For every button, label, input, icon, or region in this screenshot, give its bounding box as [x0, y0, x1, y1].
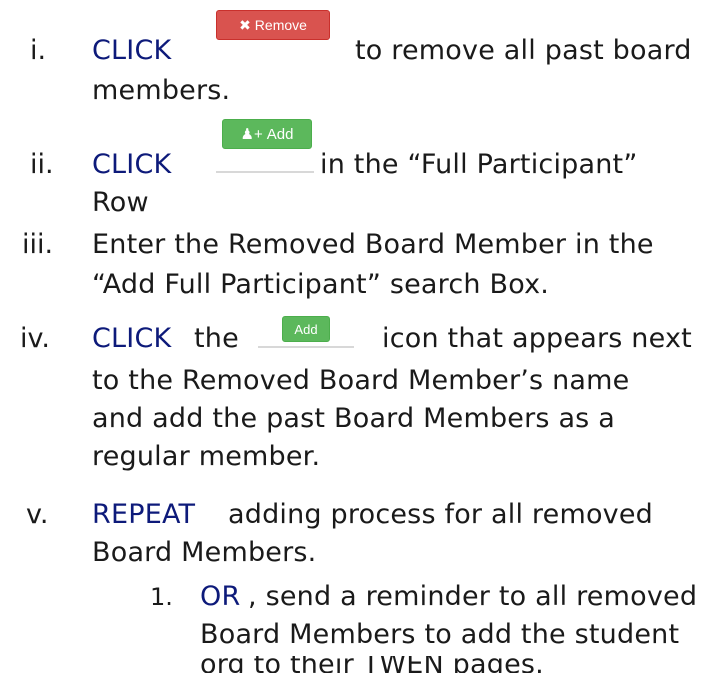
step-numeral: iv. [20, 323, 50, 354]
step-text: the [194, 323, 239, 354]
add-button-image: Add [282, 316, 330, 342]
step-text: in the “Full Participant” [320, 149, 638, 180]
step-numeral: i. [30, 35, 47, 66]
substep-text: , send a reminder to all removed [248, 581, 698, 612]
step-text: to remove all past board [355, 35, 692, 66]
add-button-image: ♟+ Add [222, 119, 312, 149]
add-user-icon: ♟+ [240, 126, 263, 143]
step-text: adding process for all removed [228, 499, 654, 530]
step-numeral: iii. [22, 229, 54, 260]
substep-keyword: OR [200, 581, 241, 612]
step-numeral: ii. [30, 149, 54, 180]
step-text-cont: members. [92, 75, 231, 106]
substep-text-cont: Board Members to add the student [200, 619, 680, 650]
step-text-cont: Board Members. [92, 537, 317, 568]
substep-text-cont: org to their TWEN pages. [200, 656, 544, 673]
remove-button-image: ✖ Remove [216, 10, 330, 40]
step-text-cont: regular member. [92, 441, 321, 472]
substep-numeral: 1. [150, 583, 173, 611]
step-text-cont: and add the past Board Members as a [92, 403, 615, 434]
close-icon: ✖ [239, 16, 251, 33]
step-text-cont: to the Removed Board Member’s name [92, 365, 630, 396]
button-underline [216, 171, 314, 173]
step-text-cont: “Add Full Participant” search Box. [92, 269, 550, 300]
step-text-cont: Row [92, 187, 149, 218]
step-keyword: REPEAT [92, 499, 196, 530]
add-button-label: Add [266, 125, 294, 143]
step-text: icon that appears next [382, 323, 692, 354]
remove-button-label: Remove [254, 17, 307, 33]
step-keyword: CLICK [92, 35, 172, 66]
step-numeral: v. [26, 499, 49, 530]
step-text: Enter the Removed Board Member in the [92, 229, 654, 260]
button-underline [258, 346, 354, 348]
step-keyword: CLICK [92, 149, 172, 180]
add-button-label: Add [294, 321, 318, 337]
step-keyword: CLICK [92, 323, 172, 354]
